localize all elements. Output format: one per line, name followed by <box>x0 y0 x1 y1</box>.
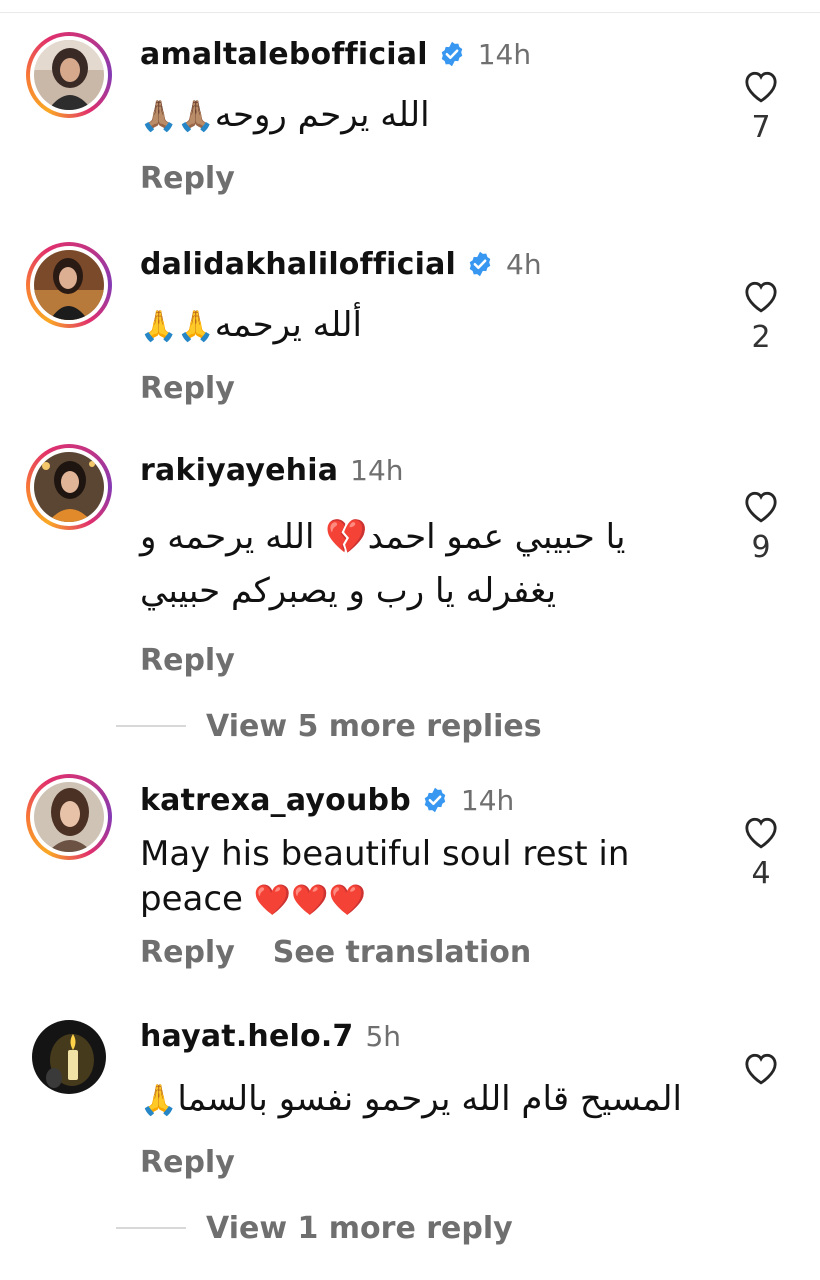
replies-divider-line <box>116 1227 186 1229</box>
comment-text-line-1: يا حبيبي عمو احمد💔 الله يرحمه و <box>140 517 626 557</box>
avatar-ring[interactable] <box>26 242 112 328</box>
heart-outline-icon[interactable] <box>741 486 781 524</box>
like-count: 7 <box>751 110 771 145</box>
reply-button[interactable]: Reply <box>140 935 235 970</box>
comment-actions: Reply <box>140 1142 235 1182</box>
avatar <box>34 250 104 320</box>
avatar <box>34 452 104 522</box>
pray-emoji: 🙏🏽🙏🏽 <box>140 99 215 134</box>
like-area: 2 <box>740 276 782 355</box>
timestamp: 14h <box>477 37 532 71</box>
heart-outline-icon[interactable] <box>741 1048 781 1086</box>
verified-badge-icon <box>441 41 462 67</box>
timestamp: 4h <box>506 247 542 281</box>
comment-text-line-1: May his beautiful soul rest in <box>140 834 630 874</box>
reply-button[interactable]: Reply <box>140 161 235 196</box>
avatar-ring[interactable] <box>26 444 112 530</box>
avatar-photo <box>32 1020 106 1094</box>
username[interactable]: hayat.helo.7 <box>140 1019 353 1054</box>
username[interactable]: amaltalebofficial <box>140 37 428 72</box>
comment-text-content: المسيح قام الله يرحمو نفسو بالسما <box>177 1079 682 1119</box>
comment-actions: Reply <box>140 640 235 680</box>
comment-text: ألله يرحمه🙏🙏 <box>140 298 362 354</box>
avatar-ring[interactable] <box>26 32 112 118</box>
username[interactable]: dalidakhalilofficial <box>140 247 456 282</box>
replies-divider-line <box>116 725 186 727</box>
reply-button[interactable]: Reply <box>140 371 235 406</box>
avatar <box>34 40 104 110</box>
heart-outline-icon[interactable] <box>741 66 781 104</box>
comment-text-content: ألله يرحمه <box>214 305 362 345</box>
comment-header: dalidakhalilofficial 4h <box>140 244 542 284</box>
timestamp: 14h <box>460 783 515 817</box>
comment-actions: Reply <box>140 158 235 198</box>
username[interactable]: rakiyayehia <box>140 453 338 488</box>
verified-badge-icon <box>424 787 446 813</box>
comment-actions: Reply See translation <box>140 932 531 972</box>
avatar <box>34 782 104 852</box>
avatar-ring[interactable] <box>26 774 112 860</box>
comment-header: amaltalebofficial 14h <box>140 34 531 74</box>
heart-outline-icon[interactable] <box>741 812 781 850</box>
like-count: 4 <box>751 856 771 891</box>
like-count: 9 <box>751 530 771 565</box>
top-divider <box>0 12 820 13</box>
like-count: 2 <box>751 320 771 355</box>
view-more-replies[interactable]: View 5 more replies <box>116 706 542 746</box>
like-area: 9 <box>740 486 782 565</box>
view-more-replies[interactable]: View 1 more reply <box>116 1208 513 1248</box>
like-area: 7 <box>740 66 782 145</box>
heart-emoji: ❤️❤️❤️ <box>253 883 366 918</box>
comment-text: يا حبيبي عمو احمد💔 الله يرحمه و يغفرله ي… <box>140 510 700 618</box>
comment-header: rakiyayehia 14h <box>140 450 404 490</box>
username[interactable]: katrexa_ayoubb <box>140 783 411 818</box>
avatar[interactable] <box>26 1014 112 1100</box>
pray-emoji: 🙏🙏 <box>140 309 215 344</box>
comment-text: الله يرحم روحه🙏🏽🙏🏽 <box>140 88 430 144</box>
pray-emoji: 🙏 <box>140 1083 178 1118</box>
comment-actions: Reply <box>140 368 235 408</box>
view-more-replies-label[interactable]: View 5 more replies <box>206 709 542 744</box>
see-translation-button[interactable]: See translation <box>273 935 531 970</box>
view-more-replies-label[interactable]: View 1 more reply <box>206 1211 513 1246</box>
reply-button[interactable]: Reply <box>140 1145 235 1180</box>
comment-header: hayat.helo.7 5h <box>140 1016 401 1056</box>
timestamp: 14h <box>350 453 404 487</box>
timestamp: 5h <box>365 1019 402 1053</box>
like-area <box>740 1048 782 1086</box>
comment-text-line-2-content: peace <box>140 879 243 919</box>
reply-button[interactable]: Reply <box>140 643 235 678</box>
comment-text: May his beautiful soul rest in peace ❤️❤… <box>140 832 710 923</box>
comment-header: katrexa_ayoubb 14h <box>140 780 514 820</box>
comment-text-line-2: يغفرله يا رب و يصبركم حبيبي <box>140 571 557 611</box>
heart-outline-icon[interactable] <box>741 276 781 314</box>
like-area: 4 <box>740 812 782 891</box>
comment-text-line-2: peace ❤️❤️❤️ <box>140 877 710 923</box>
comment-text: المسيح قام الله يرحمو نفسو بالسما🙏 <box>140 1072 682 1128</box>
comment-text-content: الله يرحم روحه <box>214 95 430 135</box>
verified-badge-icon <box>469 251 491 277</box>
